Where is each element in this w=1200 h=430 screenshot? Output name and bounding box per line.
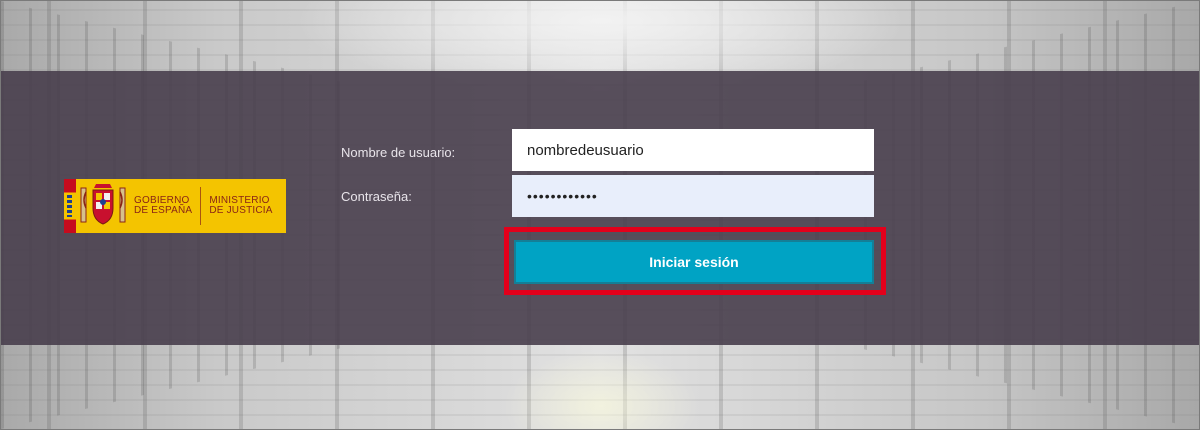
username-input[interactable] (512, 129, 874, 171)
logo-gobierno-line2: DE ESPAÑA (134, 205, 193, 216)
password-label: Contraseña: (341, 189, 412, 204)
login-page: GOBIERNO DE ESPAÑA MINISTERIO DE JUSTICI… (0, 0, 1200, 430)
logo-divider (200, 187, 202, 225)
logo-ministerio-line2: DE JUSTICIA (209, 205, 273, 216)
gobierno-logo: GOBIERNO DE ESPAÑA MINISTERIO DE JUSTICI… (64, 179, 286, 233)
spain-flag-icon (64, 179, 76, 233)
login-button[interactable]: Iniciar sesión (514, 240, 874, 284)
password-input[interactable] (512, 175, 874, 217)
username-label: Nombre de usuario: (341, 145, 456, 160)
coat-of-arms-icon (76, 179, 130, 233)
